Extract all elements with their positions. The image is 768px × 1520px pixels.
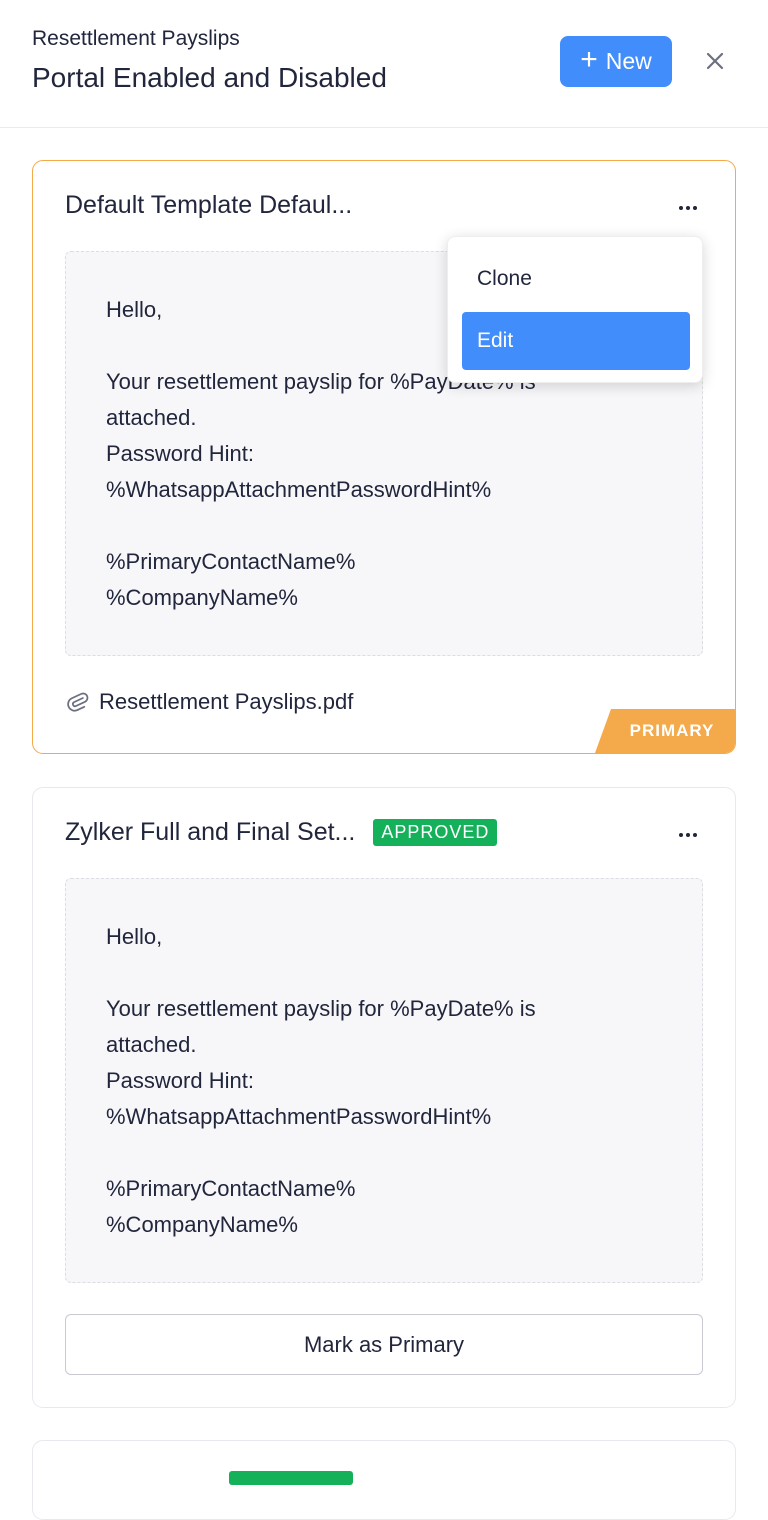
- new-button[interactable]: + New: [560, 36, 672, 87]
- menu-item-clone[interactable]: Clone: [462, 250, 690, 308]
- close-icon: [706, 52, 724, 70]
- template-title-text: Default Template Defaul...: [65, 191, 353, 219]
- more-icon-dot: [693, 206, 697, 210]
- options-menu: Clone Edit: [447, 236, 703, 383]
- more-icon-dot: [686, 833, 690, 837]
- message-line: %CompanyName%: [106, 1212, 298, 1237]
- message-line: attached.: [106, 1032, 197, 1057]
- template-card: [32, 1440, 736, 1520]
- message-preview: Hello, Your resettlement payslip for %Pa…: [65, 878, 703, 1283]
- message-line: %PrimaryContactName%: [106, 1176, 356, 1201]
- message-line: Your resettlement payslip for %PayDate% …: [106, 996, 536, 1021]
- new-button-label: New: [605, 48, 652, 74]
- more-options-button[interactable]: [673, 822, 703, 848]
- message-line: %PrimaryContactName%: [106, 549, 356, 574]
- more-options-button[interactable]: [673, 195, 703, 221]
- message-line: attached.: [106, 405, 197, 430]
- message-line: Password Hint:: [106, 441, 254, 466]
- panel-header: Resettlement Payslips Portal Enabled and…: [0, 0, 768, 128]
- attachment-link[interactable]: Resettlement Payslips.pdf: [65, 689, 353, 715]
- template-title: Zylker Full and Final Set... APPROVED: [65, 818, 498, 847]
- message-line: Hello,: [106, 924, 163, 949]
- close-button[interactable]: [700, 46, 730, 76]
- message-line: [106, 508, 662, 544]
- primary-badge: PRIMARY: [595, 709, 735, 753]
- message-line: %CompanyName%: [106, 585, 298, 610]
- more-icon-dot: [686, 206, 690, 210]
- plus-icon: +: [580, 43, 598, 76]
- menu-item-edit[interactable]: Edit: [462, 312, 690, 370]
- status-badge: APPROVED: [373, 819, 498, 846]
- message-line: [106, 955, 662, 991]
- message-line: %WhatsappAttachmentPasswordHint%: [106, 477, 492, 502]
- panel-subtitle: Resettlement Payslips: [32, 27, 240, 50]
- paperclip-icon: [67, 692, 89, 712]
- mark-as-primary-button[interactable]: Mark as Primary: [65, 1314, 703, 1375]
- more-icon-dot: [693, 833, 697, 837]
- template-title: Default Template Defaul...: [65, 191, 352, 220]
- more-icon: [679, 833, 683, 837]
- status-badge: [229, 1471, 353, 1485]
- panel-title: Portal Enabled and Disabled: [32, 62, 387, 93]
- message-line: Password Hint:: [106, 1068, 254, 1093]
- message-line: %WhatsappAttachmentPasswordHint%: [106, 1104, 492, 1129]
- more-icon: [679, 206, 683, 210]
- template-title-text: Zylker Full and Final Set...: [65, 818, 356, 846]
- template-card: Zylker Full and Final Set... APPROVED He…: [32, 787, 736, 1408]
- message-line: [106, 1135, 662, 1171]
- attachment-name: Resettlement Payslips.pdf: [99, 689, 354, 714]
